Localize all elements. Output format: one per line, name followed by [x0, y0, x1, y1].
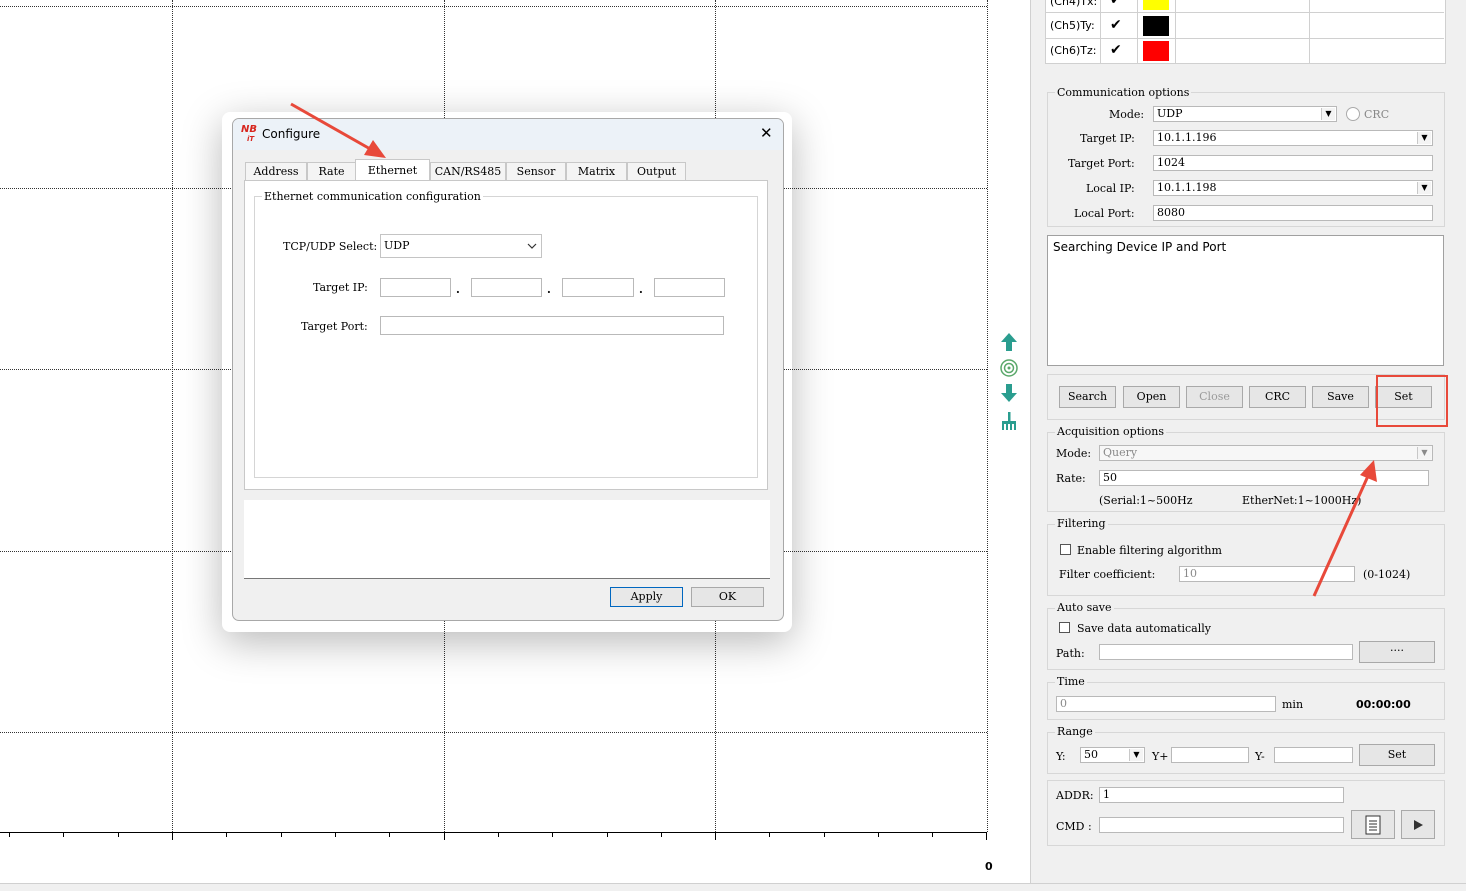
annotation-arrow-line — [290, 102, 373, 152]
annotation-arrow-line — [1312, 475, 1370, 597]
annotation-arrowhead — [1360, 460, 1377, 482]
annotation-overlay — [290, 102, 1377, 597]
